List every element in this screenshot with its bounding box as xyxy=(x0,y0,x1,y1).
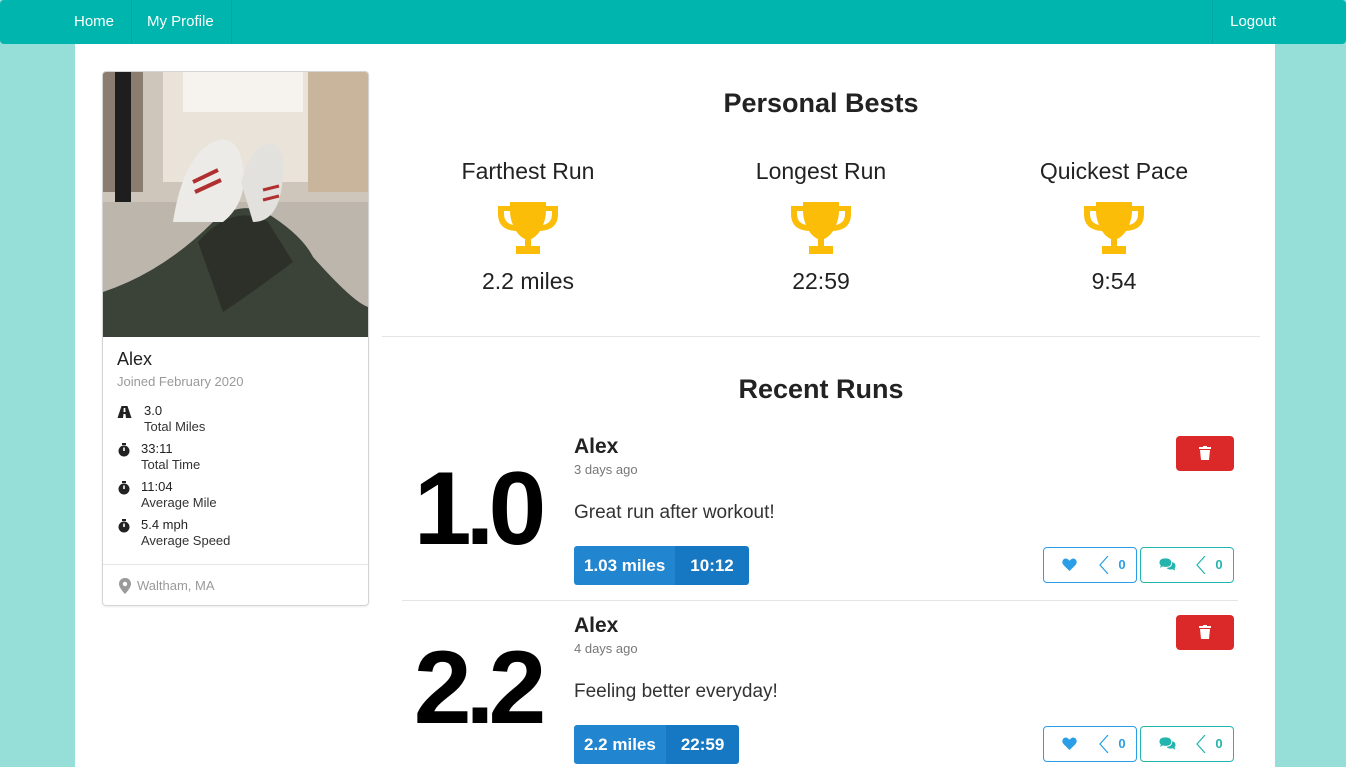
stopwatch-icon xyxy=(118,443,130,457)
trophy-icon xyxy=(791,202,851,254)
stat-value: 5.4 mph xyxy=(141,517,188,532)
run-time: 22:59 xyxy=(665,725,740,764)
delete-run-button[interactable] xyxy=(1176,615,1234,650)
best-quickest-pace: Quickest Pace 9:54 xyxy=(984,158,1244,295)
run-stats-label: 1.03 miles 10:12 xyxy=(574,546,749,585)
delete-run-button[interactable] xyxy=(1176,436,1234,471)
stat-label: Average Speed xyxy=(141,533,231,548)
run-distance: 2.2 xyxy=(413,630,547,746)
run-item: 1.0 Alex 3 days ago Great run after work… xyxy=(402,432,1238,602)
run-distance: 1.0 xyxy=(413,451,547,567)
run-miles: 2.2 miles xyxy=(574,725,666,764)
like-count: 0 xyxy=(1118,736,1126,751)
trash-icon xyxy=(1199,625,1211,639)
run-note: Feeling better everyday! xyxy=(574,681,778,702)
like-button[interactable]: 0 xyxy=(1043,726,1137,762)
trash-icon xyxy=(1199,446,1211,460)
stat-label: Average Mile xyxy=(141,495,217,510)
like-count: 0 xyxy=(1118,557,1126,572)
best-longest-run: Longest Run 22:59 xyxy=(691,158,951,295)
run-item: 2.2 Alex 4 days ago Feeling better every… xyxy=(402,611,1238,767)
stat-value: 11:04 xyxy=(141,479,173,494)
best-label: Farthest Run xyxy=(461,158,595,184)
best-value: 9:54 xyxy=(1091,268,1137,294)
profile-photo xyxy=(103,72,368,337)
stat-value: 3.0 xyxy=(144,403,163,418)
best-value: 2.2 miles xyxy=(481,268,575,294)
best-farthest-run: Farthest Run 2.2 miles xyxy=(398,158,658,295)
stopwatch-icon xyxy=(118,519,130,533)
profile-joined-date: Joined February 2020 xyxy=(117,374,244,389)
run-divider xyxy=(402,600,1238,601)
section-divider xyxy=(382,336,1260,337)
comment-count: 0 xyxy=(1215,736,1223,751)
stat-value: 33:11 xyxy=(141,441,173,456)
recent-runs-title: Recent Runs xyxy=(738,374,904,404)
profile-location-row: Waltham, MA xyxy=(103,564,368,605)
comments-icon xyxy=(1159,737,1176,750)
nav-home-link[interactable]: Home xyxy=(57,0,133,44)
comment-button[interactable]: 0 xyxy=(1140,547,1234,583)
top-nav: Home My Profile Logout xyxy=(0,0,1346,44)
personal-bests-title: Personal Bests xyxy=(723,88,919,118)
comments-icon xyxy=(1159,558,1176,571)
run-time: 10:12 xyxy=(675,546,749,585)
trophy-icon xyxy=(1084,202,1144,254)
run-stats-label: 2.2 miles 22:59 xyxy=(574,725,740,764)
stat-label: Total Time xyxy=(141,457,201,472)
nav-logout-link[interactable]: Logout xyxy=(1212,0,1293,44)
best-label: Longest Run xyxy=(755,158,887,184)
main-content: Alex Joined February 2020 3.0 Total Mile… xyxy=(75,44,1275,767)
like-button[interactable]: 0 xyxy=(1043,547,1137,583)
comment-button[interactable]: 0 xyxy=(1140,726,1234,762)
profile-location: Waltham, MA xyxy=(137,578,215,593)
best-value: 22:59 xyxy=(792,268,850,294)
nav-my-profile-link[interactable]: My Profile xyxy=(130,0,232,44)
run-date: 4 days ago xyxy=(574,641,638,656)
road-icon xyxy=(117,406,132,418)
best-label: Quickest Pace xyxy=(1039,158,1189,184)
profile-card: Alex Joined February 2020 3.0 Total Mile… xyxy=(102,71,369,606)
heart-icon xyxy=(1062,737,1077,750)
heart-icon xyxy=(1062,558,1077,571)
stopwatch-icon xyxy=(118,481,130,495)
profile-name: Alex xyxy=(117,349,153,369)
run-miles: 1.03 miles xyxy=(574,546,676,585)
run-user-name[interactable]: Alex xyxy=(574,614,618,638)
run-date: 3 days ago xyxy=(574,462,638,477)
run-user-name[interactable]: Alex xyxy=(574,435,618,459)
run-note: Great run after workout! xyxy=(574,502,775,523)
map-marker-icon xyxy=(119,578,131,594)
comment-count: 0 xyxy=(1215,557,1223,572)
stat-label: Total Miles xyxy=(144,419,206,434)
trophy-icon xyxy=(498,202,558,254)
